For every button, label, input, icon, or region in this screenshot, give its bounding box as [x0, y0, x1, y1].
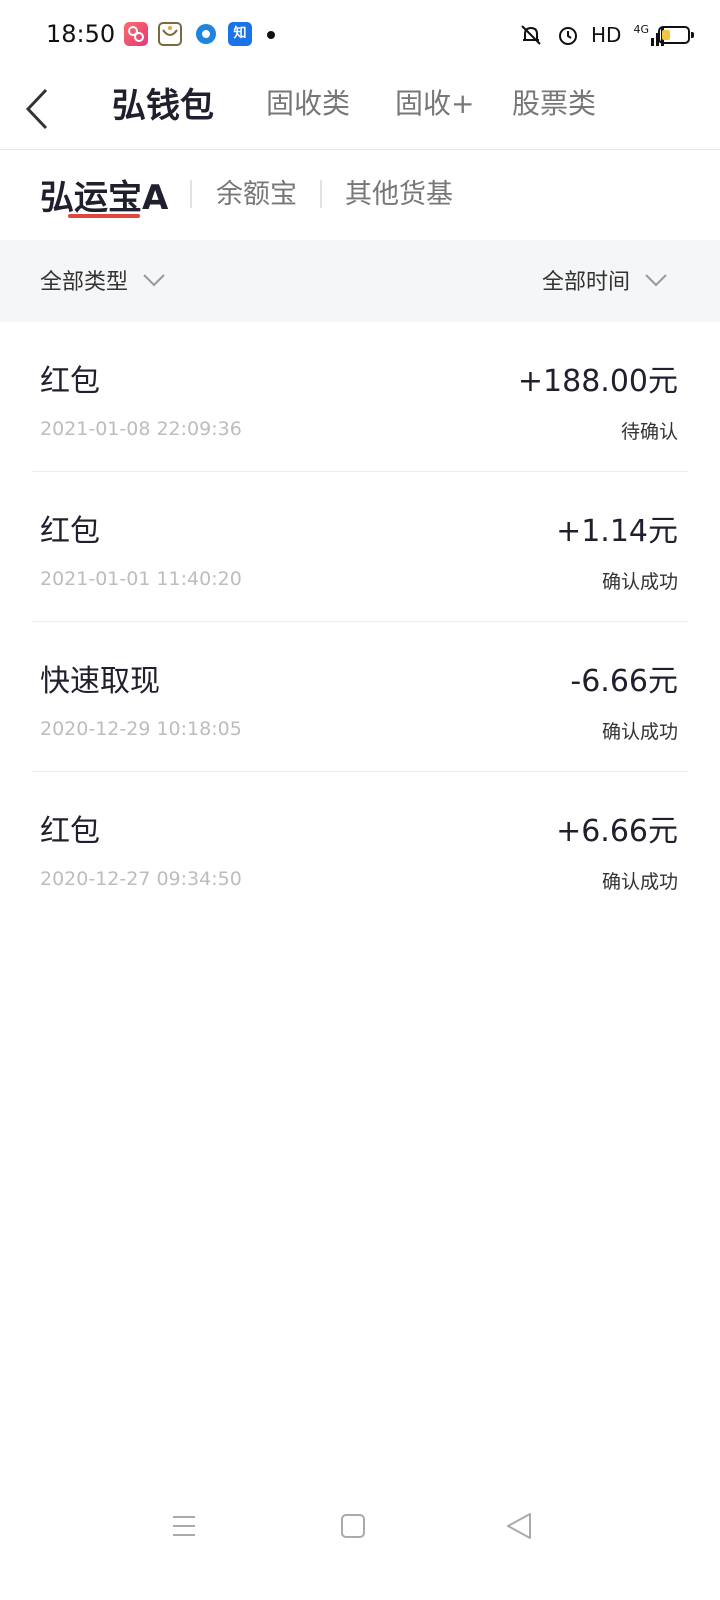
transaction-title: 红包 — [40, 514, 100, 549]
chevron-left-icon — [25, 88, 48, 130]
transaction-status: 确认成功 — [601, 721, 678, 743]
system-nav-bar — [0, 1490, 720, 1560]
time-filter-label: 全部时间 — [541, 270, 630, 295]
tab-fixed-income-plus[interactable]: 固收+ — [395, 82, 474, 122]
transaction-row[interactable]: 红包 +6.66元 2020-12-27 09:34:50 确认成功 — [0, 772, 720, 922]
subtab-divider — [190, 180, 192, 208]
transaction-time: 2020-12-29 10:18:05 — [40, 718, 242, 740]
transaction-title: 红包 — [40, 364, 100, 399]
mute-bell-icon — [521, 25, 541, 45]
tab-stocks[interactable]: 股票类 — [512, 82, 596, 122]
network-label: 4G — [633, 23, 649, 36]
transaction-status: 确认成功 — [601, 571, 678, 593]
subtab-other-money-funds[interactable]: 其他货基 — [345, 172, 453, 211]
chevron-down-icon — [143, 274, 165, 287]
home-button[interactable] — [333, 1508, 373, 1544]
battery-icon — [658, 26, 694, 44]
filter-bar: 全部类型 全部时间 — [0, 240, 720, 322]
status-time: 18:50 — [46, 20, 116, 48]
transaction-list: 红包 +188.00元 2021-01-08 22:09:36 待确认 红包 +… — [0, 322, 720, 922]
subtab-divider — [320, 180, 322, 208]
subtab-yuebao[interactable]: 余额宝 — [216, 172, 297, 211]
type-filter-label: 全部类型 — [40, 270, 129, 295]
transaction-amount: +6.66元 — [556, 814, 678, 849]
tab-hong-wallet[interactable]: 弘钱包 — [112, 78, 214, 127]
status-right: HD 4G — [517, 22, 664, 48]
app-icon-olive — [158, 22, 182, 46]
app-icon-blue-circle — [194, 22, 218, 46]
notification-dot-icon — [267, 31, 275, 39]
transaction-amount: -6.66元 — [570, 664, 678, 699]
status-bar: 18:50 知 HD 4G — [0, 0, 720, 70]
tab-fixed-income[interactable]: 固收类 — [266, 82, 350, 122]
back-button[interactable] — [20, 78, 60, 138]
time-filter-dropdown[interactable]: 全部时间 — [542, 264, 668, 296]
transaction-time: 2021-01-08 22:09:36 — [40, 418, 242, 440]
type-filter-dropdown[interactable]: 全部类型 — [40, 264, 166, 296]
transaction-status: 确认成功 — [601, 871, 678, 893]
transaction-row[interactable]: 红包 +1.14元 2021-01-01 11:40:20 确认成功 — [0, 472, 720, 622]
subtab-hongyunbao-a[interactable]: 弘运宝A — [40, 170, 168, 219]
hd-label: HD — [591, 23, 622, 47]
transaction-amount: +188.00元 — [517, 364, 678, 399]
transaction-row[interactable]: 快速取现 -6.66元 2020-12-29 10:18:05 确认成功 — [0, 622, 720, 772]
sub-tabs: 弘运宝A 余额宝 其他货基 — [0, 150, 720, 240]
alarm-icon — [559, 27, 578, 45]
back-nav-button[interactable] — [500, 1508, 540, 1544]
transaction-time: 2021-01-01 11:40:20 — [40, 568, 242, 590]
chevron-down-icon — [645, 274, 667, 287]
transaction-title: 快速取现 — [40, 664, 160, 699]
transaction-title: 红包 — [40, 814, 100, 849]
menu-icon — [173, 1516, 195, 1536]
transaction-amount: +1.14元 — [556, 514, 678, 549]
top-nav: 弘钱包 固收类 固收+ 股票类 — [0, 70, 720, 150]
active-subtab-underline — [68, 214, 140, 218]
transaction-status: 待确认 — [620, 421, 678, 443]
zhihu-app-icon: 知 — [228, 22, 252, 46]
home-icon — [341, 1514, 365, 1538]
app-icon-pink — [124, 22, 148, 46]
transaction-time: 2020-12-27 09:34:50 — [40, 868, 242, 890]
transaction-row[interactable]: 红包 +188.00元 2021-01-08 22:09:36 待确认 — [0, 322, 720, 472]
menu-button[interactable] — [164, 1508, 204, 1544]
back-triangle-icon — [507, 1513, 531, 1539]
